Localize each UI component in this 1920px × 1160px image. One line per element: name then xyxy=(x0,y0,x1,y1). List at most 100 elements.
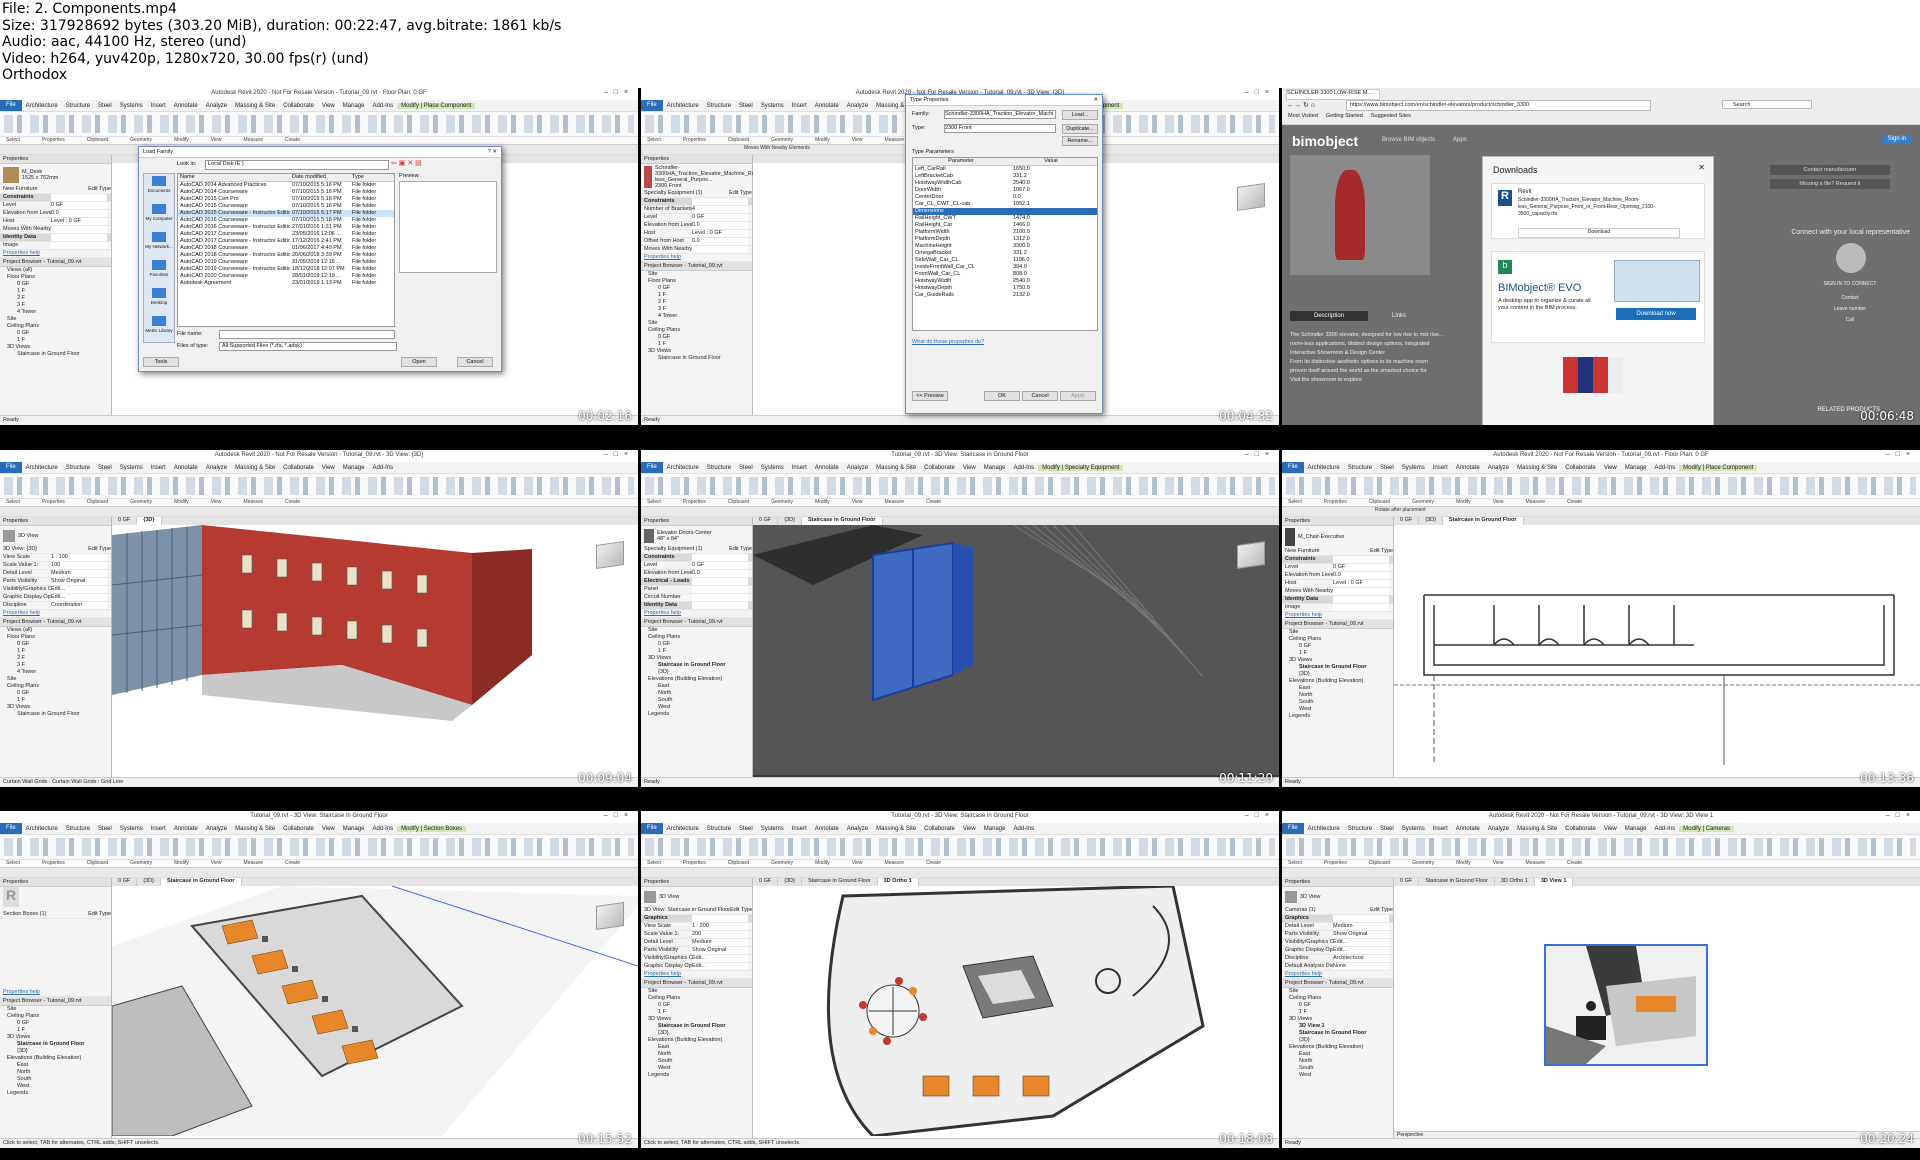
look-in-select[interactable]: Local Disk (E:) xyxy=(205,160,389,170)
bimobject-logo[interactable]: bimobject xyxy=(1292,133,1358,149)
cancel-button[interactable]: Cancel xyxy=(457,357,493,367)
parameter-value[interactable]: 1067.0 xyxy=(1011,187,1097,194)
ribbon-tab-structure[interactable]: Structure xyxy=(1344,826,1376,832)
property-value[interactable] xyxy=(51,226,107,233)
browser-item[interactable]: 0 GF xyxy=(644,285,752,292)
ribbon-tab-file[interactable]: File xyxy=(1282,823,1304,834)
ribbon-tab-steel[interactable]: Steel xyxy=(94,103,116,109)
camera-crop-region[interactable] xyxy=(1544,944,1708,1066)
browser-item[interactable]: 3D Views xyxy=(1285,1016,1393,1023)
family-select[interactable]: Schindler-3300HA_Traction_Elevator_Machi xyxy=(944,110,1056,119)
ribbon-tab-steel[interactable]: Steel xyxy=(735,103,757,109)
browser-item[interactable]: Legends xyxy=(3,1090,111,1097)
property-value[interactable]: Show Original xyxy=(1333,931,1389,938)
ribbon-tab-architecture[interactable]: Architecture xyxy=(22,465,62,471)
property-value[interactable]: Level : 0 GF xyxy=(1333,580,1389,587)
view-tab[interactable]: 0 GF xyxy=(753,878,779,886)
property-value[interactable]: 0.0 xyxy=(1333,572,1389,579)
view-tab[interactable]: {3D} xyxy=(778,517,802,525)
ribbon-tab-annotate[interactable]: Annotate xyxy=(811,826,843,832)
ribbon-tab-add-ins[interactable]: Add-Ins xyxy=(368,103,397,109)
property-value[interactable] xyxy=(51,194,107,201)
property-row[interactable]: Identity Data xyxy=(1282,596,1393,604)
edit-type-button[interactable]: Edit Type xyxy=(729,190,752,197)
browser-item[interactable]: North xyxy=(1285,692,1393,699)
browser-item[interactable]: Site xyxy=(644,320,752,327)
ribbon-tab-structure[interactable]: Structure xyxy=(62,465,94,471)
side-action-link[interactable]: Missing a file? Request it xyxy=(1770,179,1890,189)
property-value[interactable]: Edit... xyxy=(692,963,748,970)
browser-item[interactable]: 1 F xyxy=(1285,1009,1393,1016)
ribbon-tab-systems[interactable]: Systems xyxy=(116,465,147,471)
browser-item[interactable]: Legends xyxy=(644,1072,752,1079)
ribbon-tab-insert[interactable]: Insert xyxy=(788,465,811,471)
property-value[interactable] xyxy=(51,242,107,249)
parameter-row[interactable]: HoistwayWidthCab 2540.0 xyxy=(913,180,1097,187)
property-row[interactable]: Elevation from Level 0.0 xyxy=(641,222,752,230)
file-row[interactable]: AutoCAD 2016 Courseware - Instructor Edi… xyxy=(178,224,394,231)
browser-item[interactable]: Staircase in Ground Floor xyxy=(3,711,111,718)
ribbon-tab-view[interactable]: View xyxy=(1600,465,1621,471)
ribbon-tab-collaborate[interactable]: Collaborate xyxy=(920,826,959,832)
ribbon-tab-architecture[interactable]: Architecture xyxy=(22,826,62,832)
place-item[interactable]: Desktop xyxy=(144,286,174,314)
ribbon-tool-icons[interactable] xyxy=(4,477,634,495)
window-controls-icon[interactable]: –□× xyxy=(604,812,634,819)
parameter-value[interactable] xyxy=(1011,208,1097,215)
category-row[interactable]: Specialty Equipment (1) Edit Type xyxy=(641,190,752,198)
property-value[interactable] xyxy=(1333,588,1389,595)
property-value[interactable]: Level : 0 GF xyxy=(692,230,748,237)
property-value[interactable]: Edit... xyxy=(1333,939,1389,946)
property-value[interactable]: 4 xyxy=(692,206,748,213)
parameter-row[interactable]: FrontWall_Car_CL 808.0 xyxy=(913,271,1097,278)
viewcube-icon[interactable] xyxy=(1237,541,1265,569)
place-item[interactable]: Documents xyxy=(144,174,174,202)
category-row[interactable]: Cameras (1) Edit Type xyxy=(1282,907,1393,915)
property-row[interactable]: Graphics xyxy=(1282,915,1393,923)
ribbon-tab-annotate[interactable]: Annotate xyxy=(170,103,202,109)
ribbon-tab-structure[interactable]: Structure xyxy=(703,826,735,832)
view-tab[interactable]: 0 GF xyxy=(1394,517,1420,525)
tools-button[interactable]: Tools xyxy=(143,357,179,367)
property-value[interactable]: 0 GF xyxy=(692,214,748,221)
ribbon-tab-insert[interactable]: Insert xyxy=(1429,826,1452,832)
browser-item[interactable]: North xyxy=(1285,1058,1393,1065)
parameter-value[interactable]: 808.0 xyxy=(1011,271,1097,278)
ribbon-tab-architecture[interactable]: Architecture xyxy=(1304,826,1344,832)
property-row[interactable]: Graphics xyxy=(641,915,752,923)
property-row[interactable]: Moves With Nearby ... xyxy=(1282,588,1393,596)
property-row[interactable]: Level 0 GF xyxy=(641,214,752,222)
view-tab[interactable]: 0 GF xyxy=(112,878,138,886)
property-value[interactable]: 0 GF xyxy=(1333,564,1389,571)
property-row[interactable]: View Scale 1 : 100 xyxy=(0,554,111,562)
ribbon-tab-manage[interactable]: Manage xyxy=(980,465,1010,471)
browser-item[interactable]: East xyxy=(1285,685,1393,692)
browser-item[interactable]: {3D} xyxy=(1285,671,1393,678)
close-icon[interactable]: ? ✕ xyxy=(488,147,497,157)
browser-item[interactable]: 3 F xyxy=(3,662,111,669)
property-row[interactable]: Elevation from Level 0.0 xyxy=(641,570,752,578)
browser-item[interactable]: 1 F xyxy=(644,648,752,655)
category-row[interactable]: 3D View: Staircase in Ground Floor Edit T… xyxy=(641,907,752,915)
3d-view[interactable]: 0 GF {3D} Staircase in Ground Floor xyxy=(112,878,638,1138)
property-row[interactable]: Detail Level Medium xyxy=(641,939,752,947)
browser-item[interactable]: 3D Views xyxy=(644,1016,752,1023)
download-now-button[interactable]: Download now xyxy=(1616,308,1696,320)
browser-item[interactable]: 3D View 1 xyxy=(1285,1023,1393,1030)
property-row[interactable]: Host Level : 0 GF xyxy=(0,218,111,226)
property-value[interactable]: Coordination xyxy=(51,602,107,609)
place-item[interactable]: My Computer xyxy=(144,202,174,230)
view-tab[interactable]: Staircase in Ground Floor xyxy=(802,878,878,886)
ribbon-tab-architecture[interactable]: Architecture xyxy=(663,465,703,471)
ribbon-tab-add-ins[interactable]: Add-Ins xyxy=(1009,826,1038,832)
view-tab[interactable]: 0 GF xyxy=(753,517,779,525)
property-value[interactable]: Edit... xyxy=(51,594,107,601)
browser-item[interactable]: 1 F xyxy=(644,292,752,299)
ribbon-tab-view[interactable]: View xyxy=(959,826,980,832)
file-name-input[interactable] xyxy=(219,330,395,339)
file-row[interactable]: AutoCAD 2017 Courseware - Instructor Edi… xyxy=(178,238,394,245)
browser-item[interactable]: 0 GF xyxy=(3,281,111,288)
property-value[interactable]: None xyxy=(1333,963,1389,970)
browser-item[interactable]: 4 Tower xyxy=(3,669,111,676)
ribbon-tool-icons[interactable] xyxy=(645,838,1275,856)
